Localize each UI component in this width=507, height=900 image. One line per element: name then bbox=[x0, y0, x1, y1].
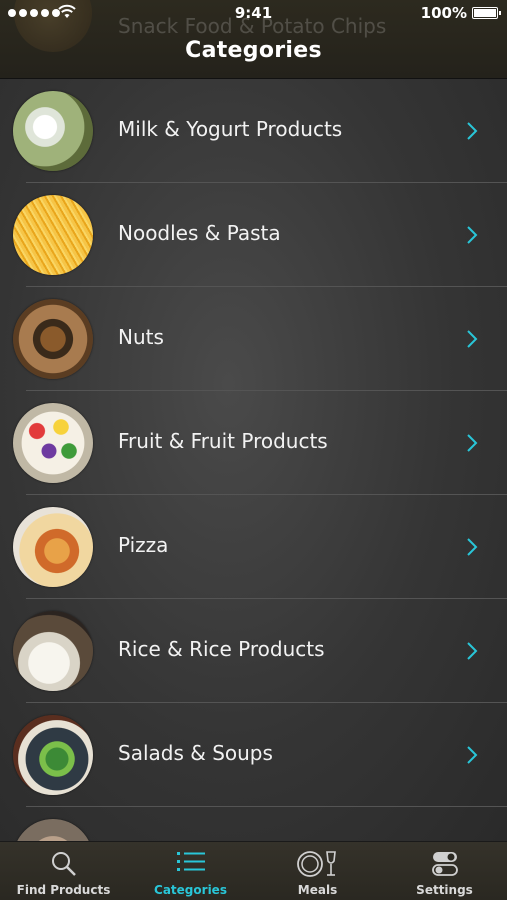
search-icon bbox=[51, 852, 76, 876]
chevron-right-icon bbox=[467, 746, 478, 764]
toggles-icon bbox=[431, 852, 458, 876]
category-label: Noodles & Pasta bbox=[118, 221, 281, 245]
tab-label: Settings bbox=[416, 883, 473, 897]
category-label: Salads & Soups bbox=[118, 741, 273, 765]
tab-categories[interactable]: Categories bbox=[127, 842, 254, 900]
salad-image bbox=[13, 715, 93, 795]
list-icon bbox=[176, 852, 205, 871]
category-label: Fruit & Fruit Products bbox=[118, 429, 328, 453]
category-label: Pizza bbox=[118, 533, 169, 557]
battery-percentage: 100% bbox=[420, 4, 467, 22]
chevron-right-icon bbox=[467, 330, 478, 348]
category-row-salads-soups[interactable]: Salads & Soups bbox=[0, 703, 507, 807]
tab-label: Meals bbox=[297, 883, 338, 897]
plate-glass-icon bbox=[296, 851, 336, 877]
category-list[interactable]: Milk & Yogurt Products Noodles & Pasta N… bbox=[0, 79, 507, 841]
status-bar: 9:41 100% bbox=[0, 0, 507, 28]
nuts-image bbox=[13, 299, 93, 379]
battery-icon bbox=[472, 7, 501, 19]
category-row-rice[interactable]: Rice & Rice Products bbox=[0, 599, 507, 703]
pasta-image bbox=[13, 195, 93, 275]
navigation-header: Snack Food & Potato Chips 9:41 100% Cate… bbox=[0, 0, 507, 79]
category-row-milk-yogurt[interactable]: Milk & Yogurt Products bbox=[0, 79, 507, 183]
tab-find-products[interactable]: Find Products bbox=[0, 842, 127, 900]
chevron-right-icon bbox=[467, 642, 478, 660]
partial-category-image bbox=[13, 819, 93, 841]
chevron-right-icon bbox=[467, 538, 478, 556]
fruit-image bbox=[13, 403, 93, 483]
pizza-image bbox=[13, 507, 93, 587]
chevron-right-icon bbox=[467, 434, 478, 452]
milk-image bbox=[13, 91, 93, 171]
tab-bar: Find Products Categories Meals Settings bbox=[0, 841, 507, 900]
page-title: Categories bbox=[185, 38, 322, 63]
tab-label: Categories bbox=[154, 883, 227, 897]
tab-settings[interactable]: Settings bbox=[381, 842, 507, 900]
category-row-fruit[interactable]: Fruit & Fruit Products bbox=[0, 391, 507, 495]
category-label: Nuts bbox=[118, 325, 164, 349]
category-row-partial[interactable] bbox=[0, 807, 507, 841]
rice-image bbox=[13, 611, 93, 691]
chevron-right-icon bbox=[467, 226, 478, 244]
tab-label: Find Products bbox=[16, 883, 111, 897]
category-label: Milk & Yogurt Products bbox=[118, 117, 343, 141]
tab-meals[interactable]: Meals bbox=[254, 842, 381, 900]
category-row-nuts[interactable]: Nuts bbox=[0, 287, 507, 391]
chevron-right-icon bbox=[467, 122, 478, 140]
category-row-noodles-pasta[interactable]: Noodles & Pasta bbox=[0, 183, 507, 287]
category-row-pizza[interactable]: Pizza bbox=[0, 495, 507, 599]
category-label: Rice & Rice Products bbox=[118, 637, 325, 661]
